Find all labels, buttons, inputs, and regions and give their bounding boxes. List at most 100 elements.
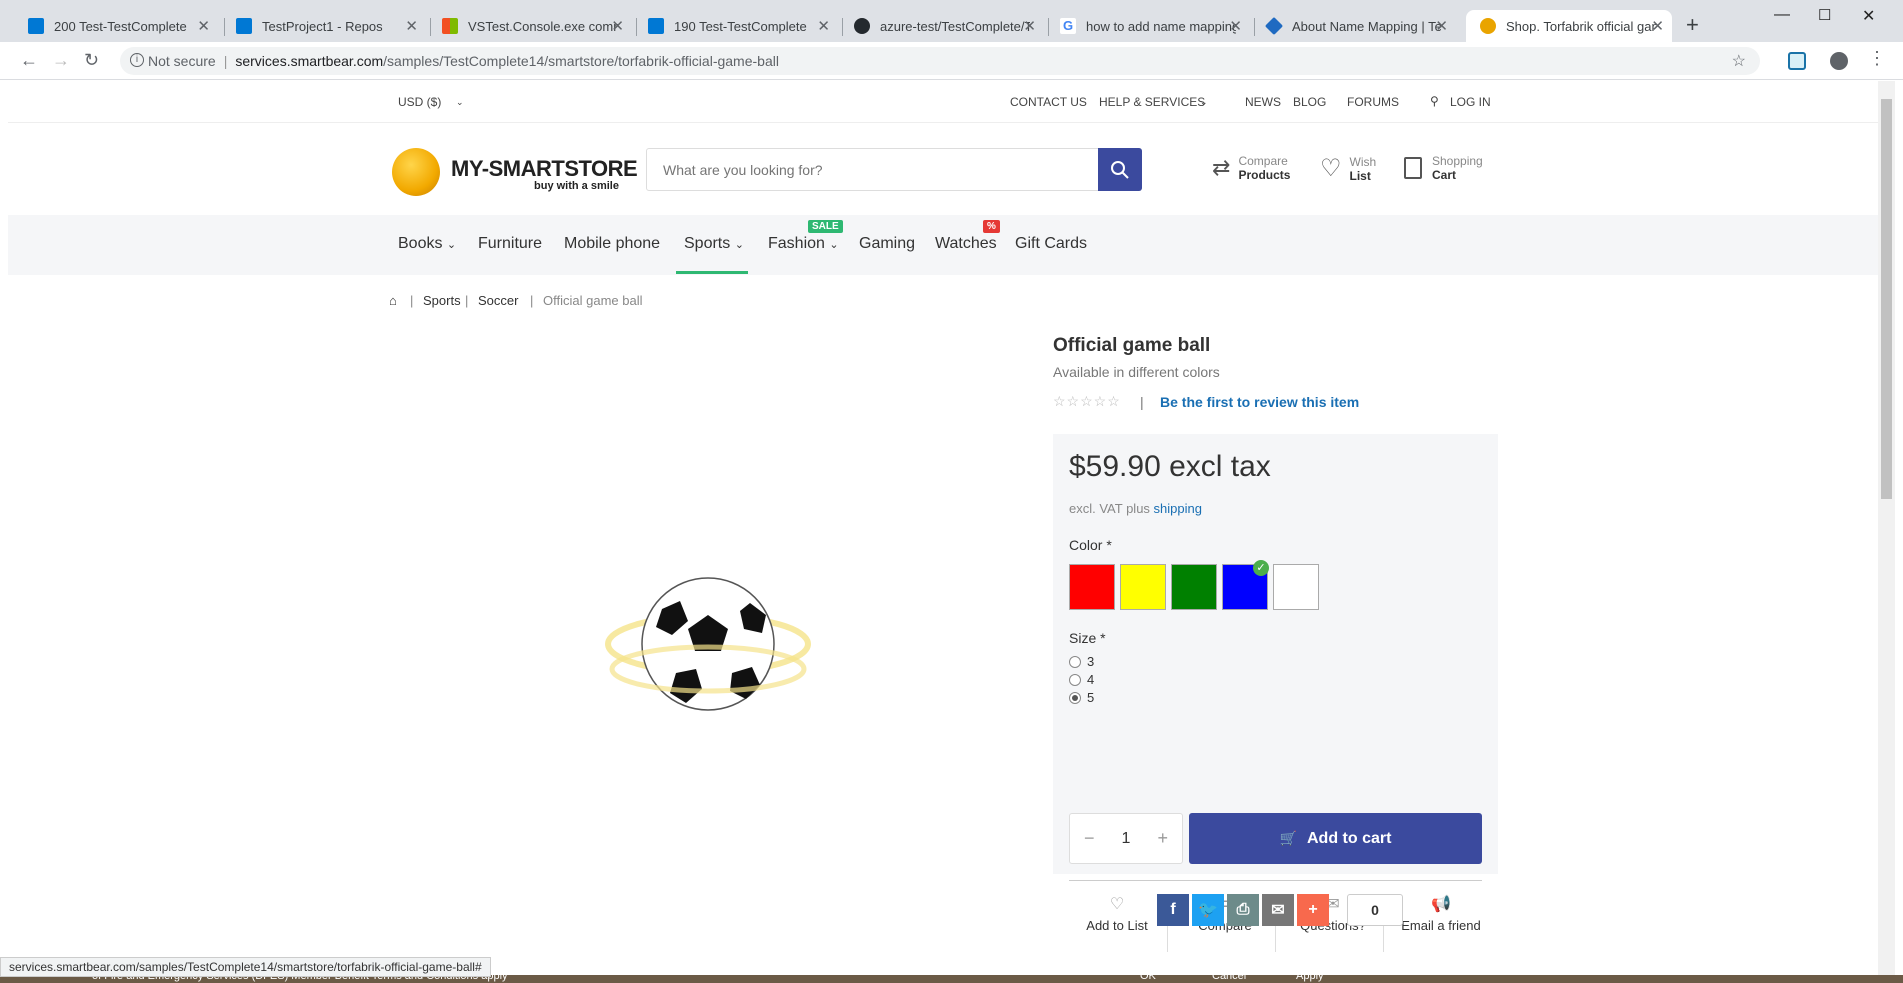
vat-note: excl. VAT plus shipping [1069, 501, 1202, 516]
radio-button-checked[interactable] [1069, 691, 1081, 704]
user-icon: ⚲ [1430, 94, 1439, 108]
radio-button[interactable] [1069, 673, 1081, 686]
store-header: MY-SMARTSTORE buy with a smile ⇄ Compare… [8, 124, 1878, 217]
email-share-icon[interactable]: ✉ [1262, 894, 1294, 926]
info-icon[interactable]: i [130, 53, 144, 67]
rating-separator: | [1140, 394, 1144, 410]
store-topbar: USD ($) ⌄ CONTACT US HELP & SERVICES ⌄ N… [8, 81, 1878, 123]
color-swatch-green[interactable] [1171, 564, 1217, 610]
browser-tab[interactable]: 190 Test-TestComplete ✕ [634, 10, 838, 42]
add-to-cart-button[interactable]: 🛒 Add to cart [1189, 813, 1482, 864]
chevron-down-icon: ⌄ [446, 239, 457, 251]
back-icon[interactable]: ← [20, 50, 38, 71]
menu-gift-cards[interactable]: Gift Cards [1015, 235, 1087, 253]
color-swatch-white[interactable] [1273, 564, 1319, 610]
color-swatch-red[interactable] [1069, 564, 1115, 610]
review-link[interactable]: Be the first to review this item [1160, 394, 1359, 410]
address-bar: ← → ↻ i Not secure | services.smartbear.… [0, 42, 1903, 80]
breadcrumb-current: Official game ball [543, 293, 643, 308]
google-icon: G [1060, 18, 1076, 34]
radio-button[interactable] [1069, 655, 1081, 668]
search-button[interactable] [1098, 148, 1142, 191]
store-tagline: buy with a smile [534, 180, 619, 192]
size-option[interactable]: 4 [1069, 672, 1094, 687]
close-tab-icon[interactable]: ✕ [1023, 17, 1036, 35]
menu-gaming[interactable]: Gaming [859, 235, 915, 253]
help-services-link[interactable]: HELP & SERVICES [1099, 95, 1205, 109]
search-icon [1111, 160, 1129, 179]
home-icon[interactable]: ⌂ [389, 293, 397, 308]
contact-us-link[interactable]: CONTACT US [1010, 95, 1087, 109]
compare-products-link[interactable]: ⇄ Compare Products [1212, 154, 1290, 182]
breadcrumb-separator: | [530, 293, 534, 308]
news-link[interactable]: NEWS [1245, 95, 1281, 109]
reload-icon[interactable]: ↻ [84, 50, 99, 71]
smartstore-icon [1480, 18, 1496, 34]
close-tab-icon[interactable]: ✕ [611, 17, 624, 35]
more-menu-icon[interactable]: ⋮ [1868, 48, 1886, 69]
decrement-button[interactable]: − [1084, 828, 1095, 849]
menu-watches[interactable]: Watches [935, 235, 997, 253]
browser-tab[interactable]: azure-test/TestComplete/T ✕ [840, 10, 1044, 42]
shopping-cart-link[interactable]: Shopping Cart [1404, 154, 1483, 182]
browser-tab[interactable]: About Name Mapping | Tes ✕ [1252, 10, 1456, 42]
facebook-share-icon[interactable]: f [1157, 894, 1189, 926]
menu-label: Sports [684, 235, 731, 252]
close-tab-icon[interactable]: ✕ [405, 17, 418, 35]
menu-sports[interactable]: Sports ⌄ [684, 235, 744, 253]
menu-fashion[interactable]: Fashion ⌄ [768, 235, 839, 253]
forward-icon[interactable]: → [52, 50, 70, 71]
shipping-link[interactable]: shipping [1154, 501, 1202, 516]
size-option-selected[interactable]: 5 [1069, 690, 1094, 705]
breadcrumb-soccer[interactable]: Soccer [478, 293, 518, 308]
email-friend-button[interactable]: 📢 Email a friend [1387, 894, 1495, 933]
forums-link[interactable]: FORUMS [1347, 95, 1399, 109]
browser-tab-active[interactable]: Shop. Torfabrik official gam ✕ [1466, 10, 1672, 42]
increment-button[interactable]: + [1157, 828, 1168, 849]
product-image[interactable] [600, 569, 816, 719]
search-box [646, 148, 1142, 191]
heart-icon: ♡ [1320, 155, 1342, 182]
menu-books[interactable]: Books ⌄ [398, 235, 456, 253]
page-scrollbar[interactable] [1878, 81, 1895, 983]
basket-logo-icon[interactable] [392, 148, 440, 196]
store-logo[interactable]: MY-SMARTSTORE [451, 156, 638, 182]
profile-icon[interactable] [1830, 52, 1848, 70]
close-tab-icon[interactable]: ✕ [817, 17, 830, 35]
browser-tab[interactable]: 200 Test-TestComplete ✕ [14, 10, 218, 42]
menu-furniture[interactable]: Furniture [478, 235, 542, 253]
extension-icon[interactable] [1788, 52, 1806, 70]
close-tab-icon[interactable]: ✕ [197, 17, 210, 35]
more-share-icon[interactable]: + [1297, 894, 1329, 926]
new-tab-button[interactable]: + [1686, 12, 1699, 38]
wish-list-link[interactable]: ♡ Wish List [1320, 154, 1376, 183]
menu-mobile-phone[interactable]: Mobile phone [564, 235, 660, 253]
color-swatch-yellow[interactable] [1120, 564, 1166, 610]
browser-tab[interactable]: TestProject1 - Repos ✕ [222, 10, 426, 42]
blog-link[interactable]: BLOG [1293, 95, 1326, 109]
azure-devops-icon [236, 18, 252, 34]
browser-tab[interactable]: G how to add name mapping ✕ [1046, 10, 1250, 42]
quantity-value[interactable]: 1 [1122, 830, 1131, 848]
scrollbar-thumb[interactable] [1881, 99, 1892, 499]
divider [1069, 880, 1482, 881]
add-to-list-button[interactable]: ♡ Add to List [1063, 894, 1171, 933]
sale-badge: SALE [808, 220, 843, 233]
close-window-icon[interactable]: ✕ [1862, 6, 1875, 26]
minimize-icon[interactable]: — [1774, 6, 1790, 24]
print-icon[interactable]: ⎙ [1227, 894, 1259, 926]
close-tab-icon[interactable]: ✕ [1651, 17, 1664, 35]
search-input[interactable] [647, 149, 1077, 190]
size-option[interactable]: 3 [1069, 654, 1094, 669]
close-tab-icon[interactable]: ✕ [1435, 17, 1448, 35]
breadcrumb-sports[interactable]: Sports [423, 293, 461, 308]
url-field[interactable]: i Not secure | services.smartbear.com /s… [120, 47, 1760, 75]
maximize-icon[interactable]: ☐ [1818, 6, 1831, 24]
currency-selector[interactable]: USD ($) [398, 95, 441, 109]
twitter-share-icon[interactable]: 🐦 [1192, 894, 1224, 926]
browser-tab[interactable]: VSTest.Console.exe comma ✕ [428, 10, 632, 42]
tab-title: VSTest.Console.exe comma [468, 18, 618, 34]
close-tab-icon[interactable]: ✕ [1229, 17, 1242, 35]
login-link[interactable]: LOG IN [1450, 95, 1491, 109]
bookmark-star-icon[interactable]: ☆ [1732, 51, 1746, 71]
